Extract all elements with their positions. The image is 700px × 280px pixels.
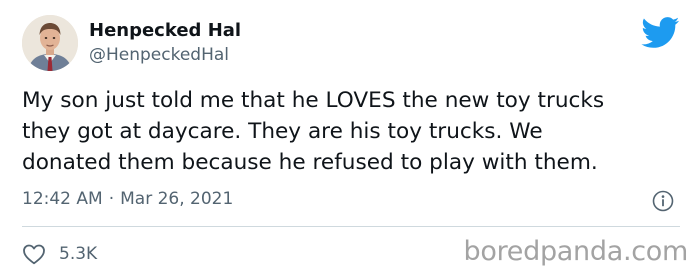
tweet-date: Mar 26, 2021 bbox=[120, 189, 234, 209]
tweet-time: 12:42 AM bbox=[22, 189, 103, 209]
tweet-card: Henpecked Hal @HenpeckedHal My son just … bbox=[0, 0, 700, 280]
heart-icon bbox=[22, 243, 46, 265]
tweet-text: My son just told me that he LOVES the ne… bbox=[22, 85, 682, 178]
like-button[interactable]: 5.3K bbox=[22, 240, 97, 268]
avatar-portrait-icon bbox=[22, 15, 78, 71]
twitter-bird-icon-svg bbox=[641, 17, 680, 48]
author-handle[interactable]: @HenpeckedHal bbox=[89, 45, 229, 65]
info-icon[interactable] bbox=[652, 190, 674, 212]
author-name[interactable]: Henpecked Hal bbox=[89, 20, 241, 41]
tweet-text-line: they got at daycare. They are his toy tr… bbox=[22, 119, 543, 144]
watermark: boredpanda.com bbox=[463, 236, 689, 267]
twitter-bird-icon[interactable] bbox=[641, 17, 680, 49]
divider bbox=[22, 226, 680, 227]
like-count: 5.3K bbox=[59, 244, 98, 264]
meta-separator: · bbox=[108, 189, 115, 209]
tweet-text-line: My son just told me that he LOVES the ne… bbox=[22, 88, 605, 113]
tweet-timestamp[interactable]: 12:42 AM · Mar 26, 2021 bbox=[22, 189, 233, 209]
avatar[interactable] bbox=[22, 15, 78, 71]
info-circle-icon bbox=[652, 190, 674, 212]
tweet-text-line: donated them because he refused to play … bbox=[22, 150, 598, 175]
